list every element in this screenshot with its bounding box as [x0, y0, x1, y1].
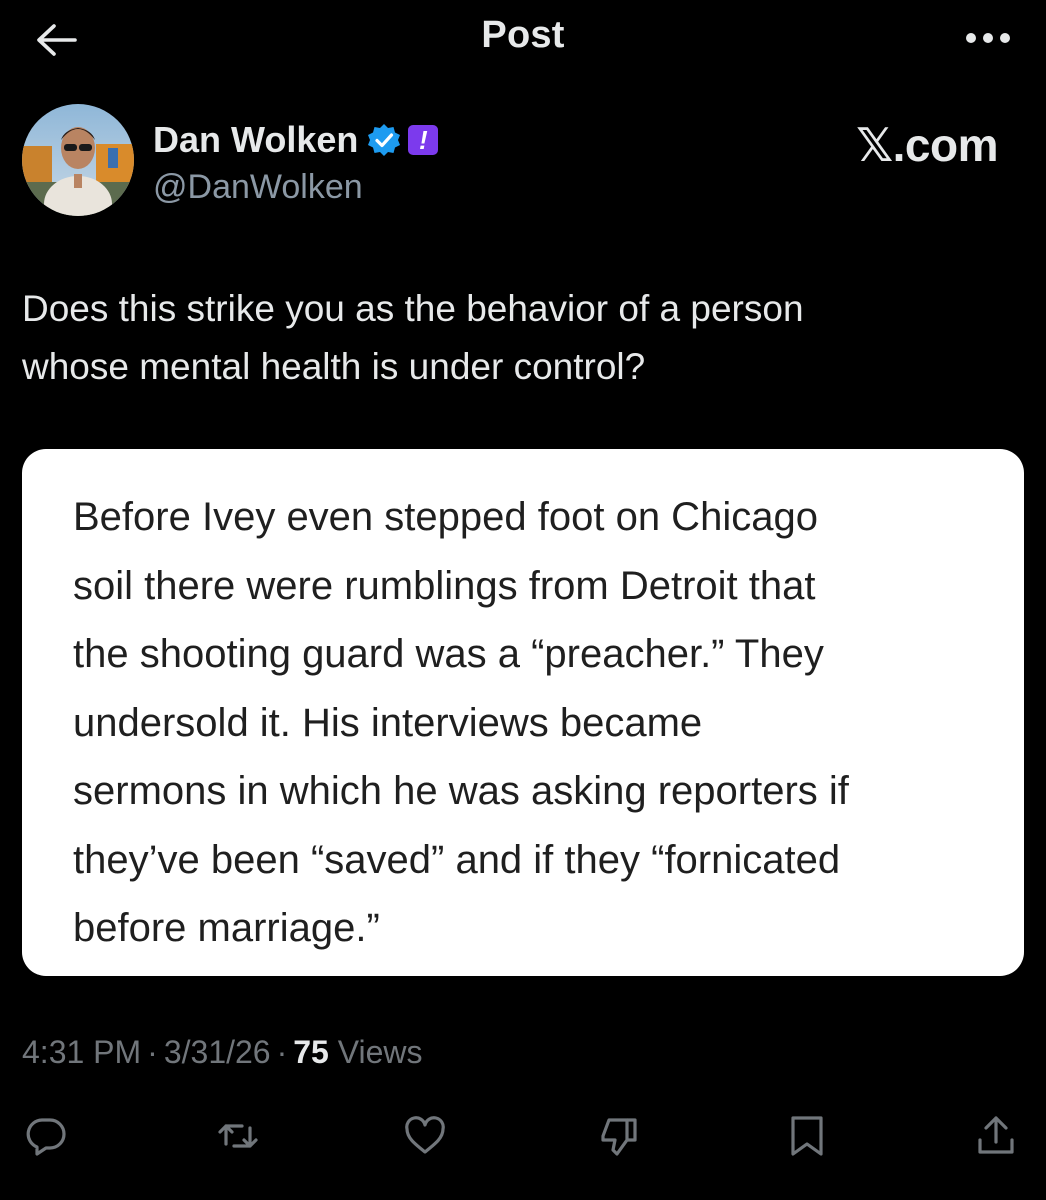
- tweet-text-line: Does this strike you as the behavior of …: [22, 288, 804, 329]
- views-count[interactable]: 75: [293, 1034, 329, 1070]
- reply-button[interactable]: [22, 1112, 70, 1160]
- page-title: Post: [481, 14, 565, 56]
- views-label: Views: [337, 1034, 423, 1070]
- thumbs-down-icon: [601, 1118, 637, 1156]
- tweet-text: Does this strike you as the behavior of …: [22, 280, 982, 396]
- avatar-photo: [22, 104, 134, 216]
- separator: ·: [147, 1034, 158, 1070]
- media-text-line: the shooting guard was a “preacher.” The…: [73, 632, 824, 676]
- source-logo: 𝕏.com: [856, 119, 998, 171]
- repost-icon: [218, 1124, 258, 1148]
- user-handle[interactable]: @DanWolken: [153, 168, 363, 207]
- media-text-line: soil there were rumblings from Detroit t…: [73, 563, 816, 608]
- repost-button[interactable]: [214, 1112, 262, 1160]
- display-name-row: Dan Wolken !: [153, 118, 439, 162]
- media-text-line: they’ve been “saved” and if they “fornic…: [73, 837, 841, 882]
- affiliate-badge: !: [408, 125, 439, 155]
- post-time: 4:31 PM: [22, 1034, 142, 1070]
- heart-icon: [405, 1116, 445, 1154]
- reply-icon: [26, 1118, 66, 1156]
- bookmark-icon: [791, 1116, 823, 1156]
- share-icon: [978, 1116, 1014, 1154]
- bookmark-button[interactable]: [783, 1112, 831, 1160]
- media-text-line: before marriage.”: [73, 906, 380, 950]
- media-image[interactable]: Before Ivey even stepped foot on Chicago…: [22, 449, 1024, 976]
- media-text-line: sermons in which he was asking reporters…: [73, 769, 849, 813]
- avatar[interactable]: [22, 104, 134, 216]
- share-button[interactable]: [972, 1112, 1020, 1160]
- post-meta: 4:31 PM · 3/31/26 · 75 Views: [22, 1034, 423, 1071]
- ellipsis-icon: [966, 33, 1010, 43]
- separator: ·: [276, 1034, 288, 1070]
- like-button[interactable]: [401, 1112, 449, 1160]
- author-row: Dan Wolken ! @DanWolken 𝕏.com: [22, 104, 1022, 224]
- post-date: 3/31/26: [163, 1034, 271, 1070]
- top-bar: Post: [0, 0, 1046, 80]
- action-bar: [0, 1100, 1046, 1170]
- more-options-button[interactable]: [960, 18, 1016, 58]
- verified-badge-icon: [368, 124, 401, 156]
- tweet-text-line: whose mental health is under control?: [22, 346, 646, 387]
- media-text: Before Ivey even stepped foot on Chicago…: [73, 483, 993, 963]
- dislike-button[interactable]: [595, 1112, 643, 1160]
- media-text-line: undersold it. His interviews became: [73, 700, 703, 745]
- display-name[interactable]: Dan Wolken: [153, 119, 358, 161]
- media-text-line: Before Ivey even stepped foot on Chicago: [73, 495, 818, 539]
